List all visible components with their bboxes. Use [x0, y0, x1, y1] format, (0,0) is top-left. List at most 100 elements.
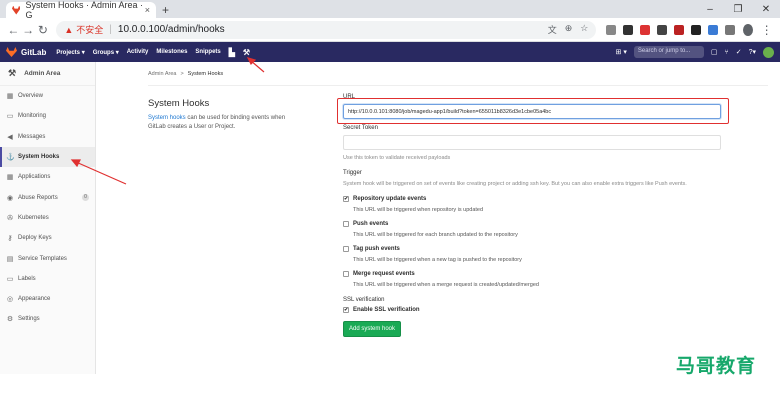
apps-icon: ▦ [6, 174, 14, 182]
trigger-push[interactable]: Push events [343, 221, 721, 227]
sidebar-item-abuse-reports[interactable]: ◉ Abuse Reports 0 [0, 187, 95, 207]
nav-groups[interactable]: Groups ▾ [93, 49, 119, 56]
add-system-hook-button[interactable]: Add system hook [343, 321, 402, 337]
security-label: 不安全 [76, 25, 104, 35]
user-avatar[interactable] [763, 46, 774, 58]
address-bar[interactable]: ▲ 不安全 | 10.0.0.100/admin/hooks ⽂ ⊕ ☆ [56, 20, 597, 39]
bullhorn-icon: ◀ [7, 133, 13, 141]
warning-icon: ▲ [64, 24, 74, 35]
todos-icon[interactable]: ✓ [736, 48, 742, 56]
kubernetes-icon: ✇ [7, 214, 13, 222]
bookmark-star-icon[interactable]: ☆ [580, 23, 588, 36]
sidebar-item-monitoring[interactable]: ▭ Monitoring [0, 106, 95, 126]
sidebar-item-label: Abuse Reports [18, 194, 58, 201]
ssl-verification-option[interactable]: ✔ Enable SSL verification [343, 307, 721, 313]
extension-8-icon[interactable] [725, 24, 736, 35]
watermark-logo: 马哥教育 [675, 355, 756, 377]
extension-1-icon[interactable] [606, 24, 617, 35]
sidebar-item-messages[interactable]: ◀ Messages [0, 127, 95, 147]
gitlab-navbar: GitLab Projects ▾ Groups ▾ Activity Mile… [0, 42, 780, 62]
nav-milestones[interactable]: Milestones [156, 49, 187, 55]
gitlab-favicon-icon [12, 5, 21, 15]
system-hooks-link[interactable]: System hooks [148, 115, 186, 121]
zoom-icon[interactable]: ⊕ [565, 23, 573, 36]
url-highlight-box [337, 98, 729, 124]
nav-activity[interactable]: Activity [127, 49, 149, 55]
new-tab-button[interactable]: + [162, 3, 169, 17]
help-icon[interactable]: ?▾ [749, 48, 756, 56]
trigger-help-text: This URL will be triggered for each bran… [353, 232, 518, 238]
sidebar-header[interactable]: ⚒ Admin Area [0, 62, 95, 86]
extension-3-icon[interactable] [640, 24, 651, 35]
nav-snippets[interactable]: Snippets [195, 49, 220, 55]
sidebar-item-deploy-keys[interactable]: ⚷ Deploy Keys [0, 228, 95, 248]
sidebar-item-overview[interactable]: ▦ Overview [0, 86, 95, 106]
browser-tab[interactable]: System Hooks · Admin Area · G × [6, 0, 156, 20]
translate-icon[interactable]: ⽂ [548, 23, 557, 36]
nav-projects[interactable]: Projects ▾ [56, 49, 84, 56]
trigger-repository-update[interactable]: ✔ Repository update events [343, 196, 721, 202]
checkbox-unchecked[interactable] [343, 246, 349, 252]
tanuki-icon [6, 47, 17, 57]
new-dropdown-icon[interactable]: ⊞ ▾ [616, 48, 627, 56]
sidebar-title: Admin Area [24, 70, 61, 77]
secret-token-input[interactable] [343, 135, 721, 150]
intro-section: System Hooks System hooks can be used fo… [148, 92, 343, 337]
sidebar-item-kubernetes[interactable]: ✇ Kubernetes [0, 208, 95, 228]
sidebar-item-system-hooks[interactable]: ⚓ System Hooks [0, 146, 95, 168]
sidebar-item-label: Messages [18, 133, 46, 140]
close-window-button[interactable]: ✕ [752, 0, 780, 18]
sidebar-item-applications[interactable]: ▦ Applications [0, 167, 95, 187]
checkbox-checked[interactable]: ✔ [343, 196, 349, 202]
ssl-option-text: Enable SSL verification [353, 307, 420, 313]
trigger-label-text: Push events [353, 221, 389, 227]
gitlab-logo[interactable]: GitLab [6, 47, 46, 57]
extension-5-icon[interactable] [674, 24, 685, 35]
extension-7-icon[interactable] [708, 24, 719, 35]
minimize-button[interactable]: – [696, 0, 724, 18]
token-label: Secret Token [343, 125, 378, 131]
appearance-icon: ◎ [6, 296, 14, 304]
trigger-help-text: This URL will be triggered when reposito… [353, 207, 484, 213]
checkbox-unchecked[interactable] [343, 271, 349, 277]
chart-icon[interactable]: ▙ [229, 48, 235, 57]
extension-2-icon[interactable] [623, 24, 634, 35]
sidebar-item-service-templates[interactable]: ▤ Service Templates [0, 248, 95, 268]
merge-requests-icon[interactable]: ⑂ [725, 49, 729, 56]
maximize-button[interactable]: ❐ [724, 0, 752, 18]
page-title: System Hooks [148, 98, 210, 109]
settings-icon: ⚙ [6, 316, 14, 324]
grid-icon: ▦ [6, 93, 14, 101]
address-separator: | [109, 24, 112, 35]
address-url[interactable]: 10.0.0.100/admin/hooks [118, 24, 225, 35]
forward-icon[interactable]: → [21, 23, 36, 37]
breadcrumb-parent[interactable]: Admin Area [148, 71, 176, 77]
extension-6-icon[interactable] [691, 24, 702, 35]
reload-icon[interactable]: ↻ [36, 23, 51, 37]
back-icon[interactable]: ← [6, 23, 21, 37]
issues-icon[interactable]: ▢ [711, 48, 718, 56]
tab-close-icon[interactable]: × [145, 5, 150, 15]
menu-icon[interactable]: ⋮ [759, 23, 774, 37]
top-menu: Projects ▾ Groups ▾ Activity Milestones … [56, 48, 250, 57]
sidebar-item-labels[interactable]: ▭ Labels [0, 269, 95, 289]
breadcrumb-current[interactable]: System Hooks [188, 71, 223, 77]
sidebar-item-label: Labels [18, 275, 36, 282]
extension-4-icon[interactable] [657, 24, 668, 35]
template-icon: ▤ [6, 255, 14, 263]
token-help: Use this token to validate received payl… [343, 155, 451, 161]
sidebar-item-settings[interactable]: ⚙ Settings [0, 309, 95, 329]
trigger-label-text: Tag push events [353, 246, 400, 252]
monitor-icon: ▭ [6, 113, 14, 121]
trigger-merge-request[interactable]: Merge request events [343, 271, 721, 277]
admin-wrench-icon[interactable]: ⚒ [243, 48, 250, 57]
checkbox-unchecked[interactable] [343, 221, 349, 227]
ssl-label: SSL verification [343, 297, 385, 303]
profile-icon[interactable] [743, 23, 754, 36]
sidebar-item-label: Service Templates [18, 255, 67, 262]
sidebar-item-appearance[interactable]: ◎ Appearance [0, 289, 95, 309]
search-input[interactable]: Search or jump to... [633, 46, 704, 58]
admin-wrench-icon: ⚒ [8, 68, 17, 78]
checkbox-checked[interactable]: ✔ [343, 307, 349, 313]
trigger-tag-push[interactable]: Tag push events [343, 246, 721, 252]
